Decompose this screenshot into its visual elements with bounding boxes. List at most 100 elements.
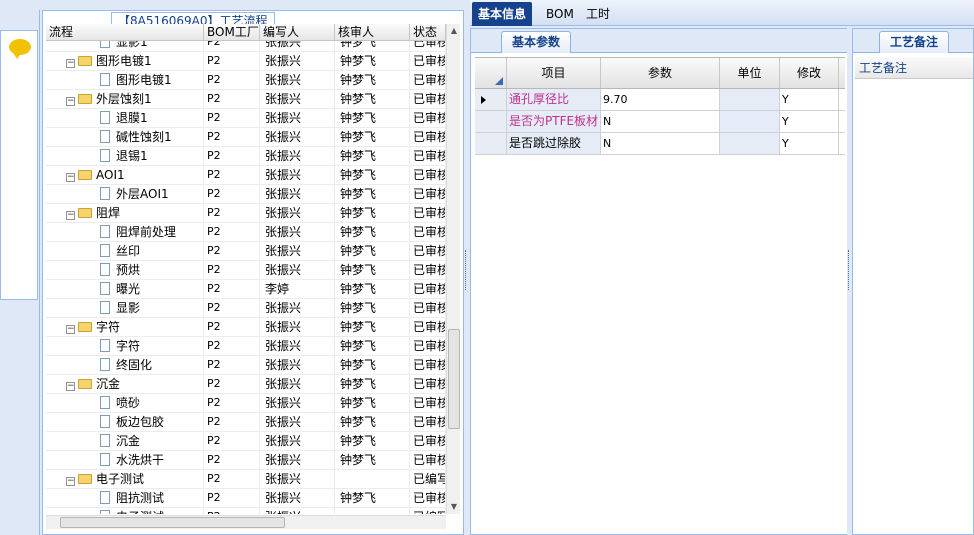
- tree-node-label: 沉金: [96, 377, 121, 391]
- collapse-toggle-icon[interactable]: −: [66, 325, 75, 334]
- tree-row[interactable]: 显影1 P2 张振兴 钟梦飞 已审核: [46, 41, 446, 52]
- tree-row[interactable]: − AOI1 P2 张振兴 钟梦飞 已审核: [46, 166, 446, 185]
- tree-node[interactable]: 碱性蚀刻1: [46, 128, 204, 146]
- collapse-toggle-icon[interactable]: −: [66, 211, 75, 220]
- tree-row[interactable]: 阻抗测试 P2 张振兴 钟梦飞 已审核: [46, 489, 446, 508]
- cell-param[interactable]: N: [601, 111, 720, 132]
- hscroll-thumb[interactable]: [60, 517, 285, 528]
- param-row[interactable]: 通孔厚径比 9.70 Y: [475, 89, 845, 111]
- tree-node[interactable]: 终固化: [46, 356, 204, 374]
- tree-row[interactable]: 字符 P2 张振兴 钟梦飞 已审核: [46, 337, 446, 356]
- tree-node[interactable]: 板边包胶: [46, 413, 204, 431]
- tree-row[interactable]: 退膜1 P2 张振兴 钟梦飞 已审核: [46, 109, 446, 128]
- col-flow[interactable]: 流程: [46, 24, 204, 40]
- tree-row[interactable]: 退锡1 P2 张振兴 钟梦飞 已审核: [46, 147, 446, 166]
- tree-node[interactable]: 图形电镀1: [46, 71, 204, 89]
- tree-row[interactable]: − 图形电镀1 P2 张振兴 钟梦飞 已审核: [46, 52, 446, 71]
- collapse-toggle-icon[interactable]: −: [66, 173, 75, 182]
- tab-bom[interactable]: BOM: [540, 2, 580, 26]
- param-row[interactable]: 是否为PTFE板材 N Y: [475, 111, 845, 133]
- tree-node[interactable]: − 图形电镀1: [46, 52, 204, 70]
- col-bom-factory[interactable]: BOM工厂: [204, 24, 260, 40]
- col-checker[interactable]: 核审人: [335, 24, 410, 40]
- tree-node[interactable]: 显影1: [46, 41, 204, 51]
- tree-row[interactable]: 碱性蚀刻1 P2 张振兴 钟梦飞 已审核: [46, 128, 446, 147]
- tree-node[interactable]: − 字符: [46, 318, 204, 336]
- tree-node[interactable]: − 电子测试: [46, 470, 204, 488]
- cell-modify[interactable]: Y: [780, 111, 839, 132]
- cell-modify[interactable]: Y: [780, 89, 839, 110]
- tree-row[interactable]: 显影 P2 张振兴 钟梦飞 已审核: [46, 299, 446, 318]
- tree-row[interactable]: 丝印 P2 张振兴 钟梦飞 已审核: [46, 242, 446, 261]
- cell-unit[interactable]: [720, 133, 780, 154]
- tree-row[interactable]: 终固化 P2 张振兴 钟梦飞 已审核: [46, 356, 446, 375]
- row-selector[interactable]: [475, 111, 507, 132]
- tree-row[interactable]: 板边包胶 P2 张振兴 钟梦飞 已审核: [46, 413, 446, 432]
- tab-work-hours[interactable]: 工时: [580, 2, 616, 26]
- tree-node[interactable]: 退膜1: [46, 109, 204, 127]
- cell-unit[interactable]: [720, 111, 780, 132]
- tree-node[interactable]: 水洗烘干: [46, 451, 204, 469]
- tree-node[interactable]: 沉金: [46, 432, 204, 450]
- tree-row[interactable]: 阻焊前处理 P2 张振兴 钟梦飞 已审核: [46, 223, 446, 242]
- cell-item: 是否为PTFE板材: [507, 111, 601, 132]
- tree-row[interactable]: − 沉金 P2 张振兴 钟梦飞 已审核: [46, 375, 446, 394]
- tree-row[interactable]: − 电子测试 P2 张振兴 已编写: [46, 470, 446, 489]
- tree-row[interactable]: − 阻焊 P2 张振兴 钟梦飞 已审核: [46, 204, 446, 223]
- splitter-grip-icon[interactable]: [465, 250, 469, 290]
- collapse-toggle-icon[interactable]: −: [66, 477, 75, 486]
- tree-node[interactable]: − AOI1: [46, 166, 204, 184]
- tree-node[interactable]: 阻抗测试: [46, 489, 204, 507]
- tree-node[interactable]: 退锡1: [46, 147, 204, 165]
- scroll-up-icon[interactable]: ▲: [449, 26, 459, 36]
- tree-row[interactable]: 图形电镀1 P2 张振兴 钟梦飞 已审核: [46, 71, 446, 90]
- tab-basic-info[interactable]: 基本信息: [472, 2, 533, 26]
- chat-bubble-icon[interactable]: [9, 39, 31, 59]
- tab-process-remark[interactable]: 工艺备注: [879, 31, 950, 53]
- col-status[interactable]: 状态: [410, 24, 446, 40]
- cell-unit[interactable]: [720, 89, 780, 110]
- collapse-toggle-icon[interactable]: −: [66, 97, 75, 106]
- col-param[interactable]: 参数: [601, 58, 720, 88]
- tree-node[interactable]: − 阻焊: [46, 204, 204, 222]
- collapse-toggle-icon[interactable]: −: [66, 59, 75, 68]
- col-modify[interactable]: 修改: [780, 58, 839, 88]
- tree-node[interactable]: − 外层蚀刻1: [46, 90, 204, 108]
- select-all-corner[interactable]: [475, 58, 507, 88]
- tree-row[interactable]: 曝光 P2 李婷 钟梦飞 已审核: [46, 280, 446, 299]
- cell-param[interactable]: 9.70: [601, 89, 720, 110]
- col-unit[interactable]: 单位: [720, 58, 780, 88]
- col-writer[interactable]: 编写人: [260, 24, 335, 40]
- tree-row[interactable]: 外层AOI1 P2 张振兴 钟梦飞 已审核: [46, 185, 446, 204]
- tree-row[interactable]: 沉金 P2 张振兴 钟梦飞 已审核: [46, 432, 446, 451]
- tree-node[interactable]: 外层AOI1: [46, 185, 204, 203]
- vscroll-thumb[interactable]: [448, 329, 460, 429]
- collapse-toggle-icon[interactable]: −: [66, 382, 75, 391]
- scroll-down-icon[interactable]: ▼: [449, 502, 459, 512]
- param-row[interactable]: 是否跳过除胶 N Y: [475, 133, 845, 155]
- tree-row[interactable]: 水洗烘干 P2 张振兴 钟梦飞 已审核: [46, 451, 446, 470]
- tree-node[interactable]: 曝光: [46, 280, 204, 298]
- tree-node[interactable]: 字符: [46, 337, 204, 355]
- tree-row[interactable]: − 外层蚀刻1 P2 张振兴 钟梦飞 已审核: [46, 90, 446, 109]
- process-grid-hscrollbar[interactable]: [46, 515, 446, 529]
- tree-row[interactable]: 喷砂 P2 张振兴 钟梦飞 已审核: [46, 394, 446, 413]
- tree-node[interactable]: 丝印: [46, 242, 204, 260]
- tree-node[interactable]: 预烘: [46, 261, 204, 279]
- tree-node[interactable]: 阻焊前处理: [46, 223, 204, 241]
- tree-row[interactable]: − 字符 P2 张振兴 钟梦飞 已审核: [46, 318, 446, 337]
- cell-param[interactable]: N: [601, 133, 720, 154]
- tree-node[interactable]: 喷砂: [46, 394, 204, 412]
- tree-node-label: 字符: [96, 320, 121, 334]
- current-row-indicator[interactable]: [475, 89, 507, 110]
- tree-row[interactable]: 电子测试 P2张振兴 已编写: [46, 508, 446, 514]
- row-selector[interactable]: [475, 133, 507, 154]
- col-item[interactable]: 项目: [507, 58, 601, 88]
- cell-modify[interactable]: Y: [780, 133, 839, 154]
- tree-node[interactable]: − 沉金: [46, 375, 204, 393]
- tree-node[interactable]: 电子测试: [46, 508, 204, 514]
- tab-basic-params[interactable]: 基本参数: [501, 31, 572, 53]
- tree-node[interactable]: 显影: [46, 299, 204, 317]
- tree-row[interactable]: 预烘 P2 张振兴 钟梦飞 已审核: [46, 261, 446, 280]
- process-grid-vscrollbar[interactable]: ▲ ▼: [446, 24, 460, 514]
